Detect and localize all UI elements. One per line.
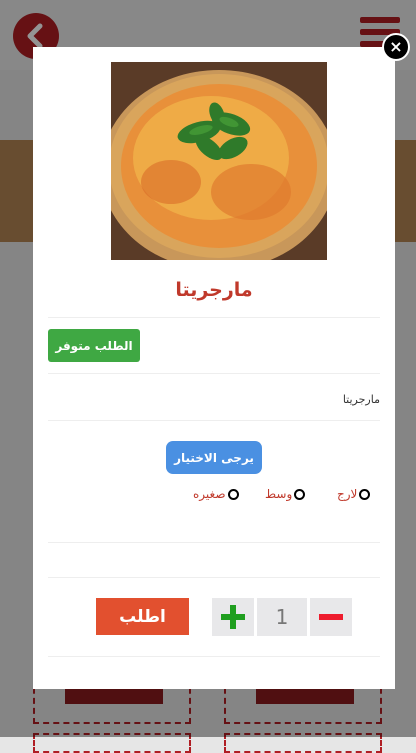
size-option-label: وسط [265, 487, 293, 501]
product-description: مارجريتا [342, 393, 380, 406]
divider [48, 656, 380, 657]
close-modal-button[interactable]: × [382, 33, 410, 61]
divider [48, 577, 380, 578]
order-button[interactable]: اطلب [96, 598, 189, 635]
quantity-value[interactable]: 1 [257, 598, 307, 636]
choose-size-button[interactable]: يرجى الاختيار [166, 441, 262, 474]
divider [48, 542, 380, 543]
plus-icon [221, 605, 245, 629]
size-option-label: صغيره [193, 487, 226, 501]
product-title: مارجريتا [175, 279, 253, 301]
quantity-decrease-button[interactable] [310, 598, 352, 636]
size-option-medium[interactable]: وسط [265, 487, 306, 501]
size-option-small[interactable]: صغيره [193, 487, 239, 501]
product-image [111, 62, 327, 260]
quantity-increase-button[interactable] [212, 598, 254, 636]
radio-icon[interactable] [227, 488, 239, 500]
divider [48, 317, 380, 318]
availability-badge[interactable]: الطلب متوفر [48, 329, 140, 362]
minus-icon [319, 614, 343, 620]
radio-icon[interactable] [359, 488, 371, 500]
divider [48, 373, 380, 374]
divider [48, 420, 380, 421]
size-option-large[interactable]: لارج [337, 487, 371, 501]
product-modal: مارجريتا الطلب متوفر مارجريتا يرجى الاخت… [33, 47, 395, 689]
radio-icon[interactable] [294, 488, 306, 500]
size-option-label: لارج [337, 487, 358, 501]
